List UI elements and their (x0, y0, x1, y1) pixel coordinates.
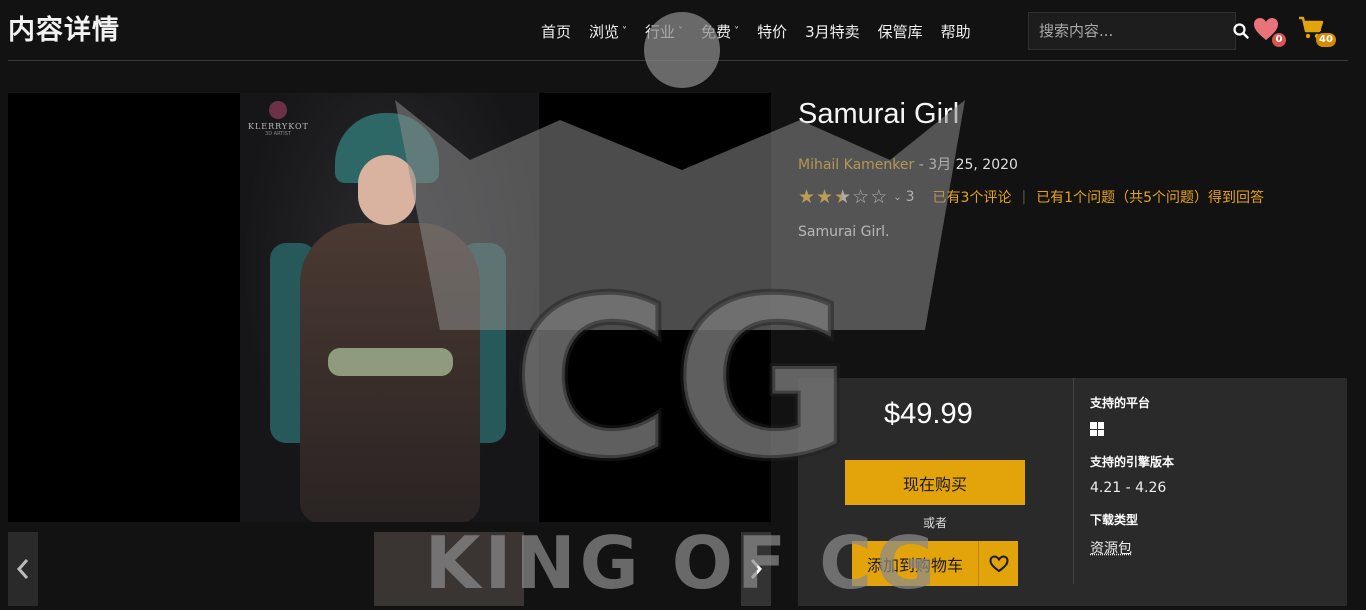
star-icon: ★ (816, 186, 834, 208)
download-type-label: 下载类型 (1090, 513, 1139, 527)
product-description: Samurai Girl. (798, 224, 890, 240)
nav-item[interactable]: 3月特卖 (796, 18, 869, 44)
nav-item-label: 保管库 (877, 22, 923, 41)
main-nav: 首页 浏览 ˅ 行业 ˅ 免费 ˅ 特价 3月特卖 保管库 帮助 (532, 18, 980, 44)
product-image: KLERRYKOT 3D ARTIST (240, 93, 539, 522)
rating-row: ★ ★ ★ ☆ ☆ ⌄ 3 已有3个评论 | 已有1个问题（共5个问题）得到回答 (798, 187, 1264, 207)
star-icon: ★ (834, 186, 852, 208)
platforms-label: 支持的平台 (1090, 396, 1151, 410)
star-rating[interactable]: ★ ★ ★ ☆ ☆ (798, 187, 887, 207)
chevron-left-icon (16, 559, 29, 579)
publish-date: - 3月 25, 2020 (914, 157, 1018, 173)
artist-logo-name: KLERRYKOT (248, 122, 309, 131)
chevron-down-icon[interactable]: ⌄ (893, 192, 901, 203)
nav-item[interactable]: 保管库 (869, 18, 932, 44)
chevron-down-icon: ˅ (622, 25, 628, 37)
questions-link[interactable]: 已有1个问题（共5个问题）得到回答 (1036, 187, 1264, 207)
buy-now-button[interactable]: 现在购买 (845, 460, 1025, 505)
thumbnail[interactable] (374, 532, 524, 606)
next-image-button[interactable] (741, 532, 771, 606)
add-to-cart-button[interactable]: 添加到购物车 (852, 541, 979, 586)
media-viewer[interactable]: KLERRYKOT 3D ARTIST (8, 93, 771, 522)
nav-item-label: 行业 (645, 22, 676, 41)
header-divider (8, 60, 1348, 61)
or-label: 或者 (923, 516, 948, 530)
search-box (1028, 12, 1249, 50)
chevron-right-icon (750, 559, 763, 579)
figure-head (358, 155, 416, 225)
nav-item-label: 免费 (701, 22, 732, 41)
nav-item[interactable]: 帮助 (932, 18, 980, 44)
nav-item[interactable]: 行业 ˅ (636, 18, 692, 44)
chevron-down-icon: ˅ (678, 25, 684, 37)
reviews-link[interactable]: 已有3个评论 (933, 187, 1012, 207)
artist-logo-subtitle: 3D ARTIST (265, 131, 291, 137)
artist-logo: KLERRYKOT 3D ARTIST (248, 101, 308, 137)
nav-item[interactable]: 首页 (532, 18, 580, 44)
add-to-cart-group: 添加到购物车 (852, 541, 1018, 586)
star-icon: ★ (798, 186, 816, 208)
page-title: 内容详情 (8, 15, 120, 46)
nav-item[interactable]: 免费 ˅ (692, 18, 748, 44)
nav-item[interactable]: 特价 (748, 18, 796, 44)
author-link[interactable]: Mihail Kamenker (798, 157, 914, 173)
wishlist-button[interactable]: 0 (1252, 16, 1286, 47)
search-input[interactable] (1029, 22, 1233, 40)
heart-outline-icon (988, 554, 1009, 572)
nav-item-label: 浏览 (589, 22, 620, 41)
separator: | (1021, 189, 1027, 205)
panel-divider (1073, 378, 1074, 584)
search-icon[interactable] (1233, 13, 1249, 49)
windows-icon (1090, 422, 1104, 436)
cart-count-badge: 40 (1316, 33, 1336, 47)
prev-image-button[interactable] (8, 532, 38, 606)
purchase-panel: $49.99 现在购买 或者 添加到购物车 支持的平台 支持的引擎版本 4.21… (798, 378, 1347, 606)
nav-item-label: 首页 (541, 22, 572, 41)
rating-count: 3 (905, 189, 915, 205)
nav-item-label: 帮助 (940, 22, 971, 41)
thumbnail-strip (8, 530, 771, 606)
wishlist-count-badge: 0 (1272, 33, 1286, 47)
nav-item-label: 3月特卖 (805, 22, 860, 41)
download-type-value[interactable]: 资源包 (1090, 538, 1132, 558)
chevron-down-icon: ˅ (734, 25, 740, 37)
cart-button[interactable]: 40 (1298, 16, 1336, 48)
price: $49.99 (884, 398, 973, 430)
nav-item[interactable]: 浏览 ˅ (580, 18, 636, 44)
star-icon: ☆ (852, 186, 870, 208)
figure-sash (328, 348, 453, 376)
engine-version-label: 支持的引擎版本 (1090, 455, 1175, 469)
product-title: Samurai Girl (798, 98, 960, 130)
nav-item-label: 特价 (757, 22, 788, 41)
product-byline: Mihail Kamenker - 3月 25, 2020 (798, 154, 1018, 174)
add-to-wishlist-button[interactable] (979, 541, 1018, 586)
engine-version-value: 4.21 - 4.26 (1090, 480, 1167, 496)
star-icon: ☆ (870, 186, 888, 208)
artist-logo-mark (269, 101, 287, 119)
